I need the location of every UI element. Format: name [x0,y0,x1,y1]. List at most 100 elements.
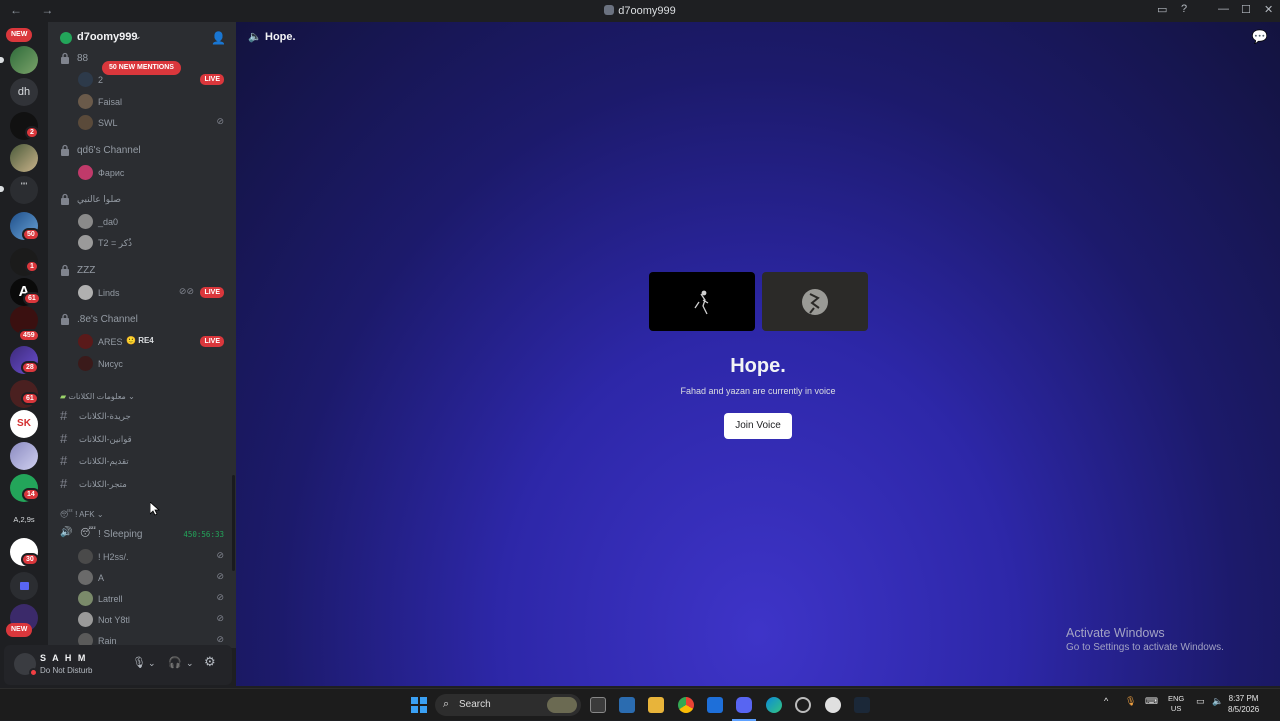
gear-icon[interactable]: ⚙ [204,654,216,670]
channel-name: .8e's Channel [77,314,138,325]
mail-icon[interactable] [707,697,723,713]
voice-member[interactable]: 2 LIVE [48,69,236,89]
text-channel[interactable]: # قوانين-الكلانات [48,429,236,449]
clock-date: 8/5/2026 [1228,705,1260,714]
server-icon[interactable] [10,442,38,470]
avatar [78,334,93,349]
voice-member[interactable]: Nисус [48,353,236,373]
edge-icon[interactable] [766,697,782,713]
mention-badge: 28 [21,361,39,374]
voice-member[interactable]: Linds ⊘⊘ LIVE [48,282,236,302]
member-name: Linds [98,288,120,298]
voice-member[interactable]: ! H2ss/. ⊘ [48,546,236,566]
chevron-down-icon[interactable]: ⌄ [186,658,194,669]
voice-channel-8e[interactable]: .8e's Channel [48,310,236,330]
steam-icon[interactable] [854,697,870,713]
channel-header: 🔈 Hope. 💬 [236,22,1280,52]
help-icon[interactable]: ? [1181,3,1187,15]
taskbar: ⌕ Search ^ 🎙 ⌨ ENG US ▭ 🔈 8:37 PM 8/5/2026 [0,688,1280,721]
join-voice-button[interactable]: Join Voice [724,413,792,439]
voice-member[interactable]: _da0 [48,211,236,231]
window-title: d7oomy999 [0,5,1280,17]
inbox-icon[interactable]: ▭ [1157,3,1167,16]
keyboard-layout: US [1170,704,1182,713]
sidebar-scrollbar[interactable] [232,475,235,571]
voice-channel-qd6[interactable]: qd6's Channel [48,141,236,161]
voice-channel-zzz[interactable]: ZZZ [48,261,236,281]
chat-bubble-icon[interactable]: 💬 [1252,29,1268,45]
mention-badge: 50 [22,228,40,241]
participant-tile[interactable] [649,272,755,331]
chevron-up-icon[interactable]: ^ [1104,696,1108,706]
category-emoji-icon: ▰ [60,392,67,401]
watermark-title: Activate Windows [1066,626,1165,640]
chrome-icon[interactable] [678,697,694,713]
voice-member[interactable]: A ⊘ [48,567,236,587]
category-info[interactable]: ▰ معلومات الكلانات ⌄ [60,392,135,401]
category-name: AFK [79,510,95,519]
voice-channel-sleeping[interactable]: 🔊 😴 ! Sleeping 450:56:33 [48,524,236,544]
voice-member[interactable]: ARES 🙂 RE4 LIVE [48,331,236,351]
network-icon[interactable]: ▭ [1196,696,1205,707]
windows-start-icon[interactable] [411,697,427,713]
mention-badge: 14 [22,488,40,501]
voice-member[interactable]: T2 = ذُكر [48,232,236,252]
volume-icon[interactable]: 🔈 [1212,696,1223,707]
deafened-icon: ⊘ [216,592,224,602]
settings-app-icon[interactable] [825,697,841,713]
activation-watermark: Activate Windows Go to Settings to activ… [1066,626,1224,653]
voice-member[interactable]: Latrell ⊘ [48,588,236,608]
minimize-button[interactable]: — [1218,3,1229,15]
voice-member[interactable]: Faisal [48,91,236,111]
mention-badge: 61 [23,292,41,305]
server-folder-icon[interactable] [10,572,38,600]
channel-name: ! Sleeping [98,529,143,540]
lock-icon [61,264,69,276]
chevron-down-icon[interactable]: ⌄ [148,658,156,669]
lock-icon [61,52,69,64]
taskbar-search[interactable]: ⌕ Search [435,694,581,716]
category-afk[interactable]: 😴 ! AFK ⌄ [60,510,104,519]
lock-icon [61,193,69,205]
new-unread-pill[interactable]: NEW [6,623,33,637]
channel-name: ZZZ [77,265,96,276]
text-channel[interactable]: # متجر-الكلانات [48,474,236,494]
text-channel[interactable]: # تقديم-الكلانات [48,451,236,471]
voice-member[interactable]: Not Y8tl ⊘ [48,609,236,629]
microphone-icon[interactable]: 🎙 [132,656,146,669]
headphones-icon[interactable]: 🎧 [168,656,182,669]
system-clock[interactable]: 8:37 PM 8/5/2026 [1228,693,1259,715]
server-icon-sk[interactable]: SK [10,410,38,438]
discord-logo-icon [604,5,615,15]
voice-channel-salu[interactable]: صلوا عالنبي [48,190,236,210]
member-name: Not Y8tl [98,615,130,625]
unread-pip [0,57,4,63]
task-view-icon[interactable] [590,697,606,713]
close-button[interactable]: ✕ [1264,3,1273,16]
language-indicator[interactable]: ENG US [1168,694,1184,714]
microphone-tray-icon[interactable]: 🎙 [1125,696,1136,707]
voice-member[interactable]: Фарис [48,162,236,182]
server-icon[interactable] [10,144,38,172]
add-friend-icon[interactable]: 👤 [211,31,226,45]
file-explorer-icon[interactable] [648,697,664,713]
voice-member[interactable]: SWL ⊘ [48,112,236,132]
text-channel[interactable]: # جريدة-الكلانات [48,406,236,426]
hash-icon: # [60,476,68,491]
store-icon[interactable] [619,697,635,713]
speaker-icon: 🔈 [248,31,262,43]
server-folder[interactable]: "" [10,176,38,204]
avatar [78,356,93,371]
maximize-button[interactable]: ☐ [1241,3,1251,16]
user-name[interactable]: S A H M [40,653,87,663]
participant-tile[interactable] [762,272,868,331]
avatar [78,570,93,585]
server-icon-dh[interactable]: dh [10,78,38,106]
server-icon-a29s[interactable]: A,2,9s [10,506,38,534]
app-icon[interactable] [795,697,811,713]
new-unread-pill[interactable]: NEW [6,28,33,42]
voice-timer: 450:56:33 [183,530,224,539]
discord-icon[interactable] [736,697,752,713]
keyboard-icon[interactable]: ⌨ [1145,696,1158,707]
server-icon[interactable] [10,46,38,74]
